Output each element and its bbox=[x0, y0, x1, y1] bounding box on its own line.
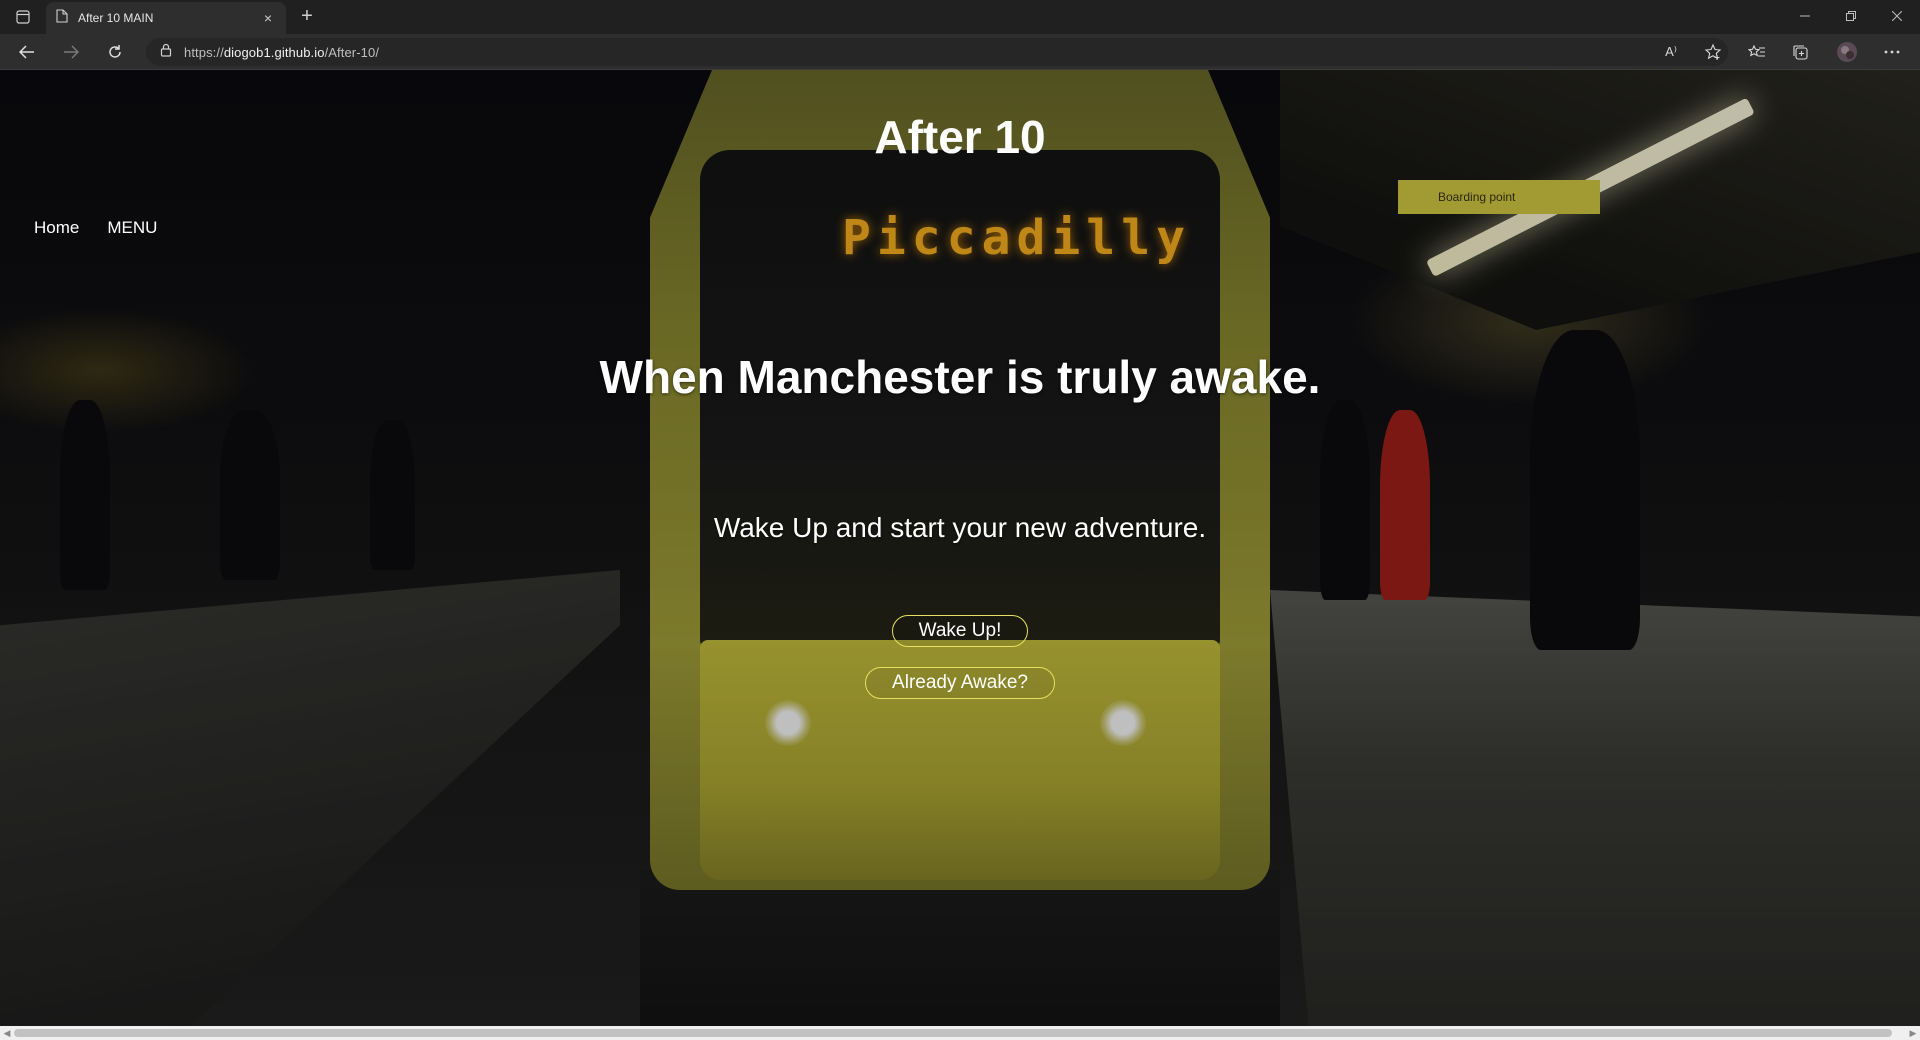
wake-up-button[interactable]: Wake Up! bbox=[891, 615, 1029, 647]
favorites-icon[interactable] bbox=[1744, 40, 1770, 64]
scrollbar-thumb[interactable] bbox=[14, 1029, 1892, 1037]
background-overlay bbox=[0, 70, 1920, 1026]
favorite-add-icon[interactable] bbox=[1700, 40, 1726, 64]
scroll-left-icon[interactable]: ◀ bbox=[0, 1026, 14, 1040]
wake-up-row: Wake Up! bbox=[0, 615, 1920, 647]
address-bar[interactable]: https://diogob1.github.io/After-10/ bbox=[146, 38, 1728, 66]
forward-icon[interactable] bbox=[58, 40, 84, 64]
hero-heading: When Manchester is truly awake. bbox=[599, 351, 1321, 403]
url-text: https://diogob1.github.io/After-10/ bbox=[184, 45, 379, 60]
read-aloud-icon[interactable]: A⁾ bbox=[1658, 40, 1684, 64]
horizontal-scrollbar[interactable]: ◀ ▶ bbox=[0, 1026, 1920, 1040]
tab-actions-icon[interactable] bbox=[8, 6, 38, 28]
url-scheme: https:// bbox=[184, 44, 224, 60]
new-tab-button[interactable]: + bbox=[296, 6, 318, 28]
refresh-icon[interactable] bbox=[102, 40, 128, 64]
scroll-right-icon[interactable]: ▶ bbox=[1906, 1026, 1920, 1040]
nav-menu-link[interactable]: MENU bbox=[107, 218, 157, 238]
more-options-icon[interactable] bbox=[1879, 40, 1905, 64]
browser-tab-bar: After 10 MAIN × + bbox=[0, 0, 1920, 34]
restore-icon[interactable] bbox=[1828, 0, 1874, 32]
back-icon[interactable] bbox=[14, 40, 40, 64]
tab-active[interactable]: After 10 MAIN × bbox=[46, 2, 286, 34]
tab-close-button[interactable]: × bbox=[260, 10, 276, 26]
main-nav: Home MENU bbox=[34, 218, 157, 238]
site-title: After 10 bbox=[874, 111, 1046, 163]
url-path: /After-10/ bbox=[324, 44, 380, 60]
browser-toolbar: https://diogob1.github.io/After-10/ A⁾ bbox=[0, 34, 1920, 70]
close-window-icon[interactable] bbox=[1874, 0, 1920, 32]
already-awake-button[interactable]: Already Awake? bbox=[865, 667, 1055, 699]
already-awake-row: Already Awake? bbox=[0, 667, 1920, 699]
page-viewport: Piccadilly Boarding point After 10 Home … bbox=[0, 70, 1920, 1026]
minimize-icon[interactable] bbox=[1782, 0, 1828, 32]
lock-icon[interactable] bbox=[160, 43, 172, 62]
page-icon bbox=[56, 8, 68, 28]
collections-icon[interactable] bbox=[1787, 40, 1813, 64]
url-host: diogob1.github.io bbox=[223, 44, 325, 60]
nav-home-link[interactable]: Home bbox=[34, 218, 79, 238]
profile-avatar[interactable] bbox=[1834, 40, 1860, 64]
hero-subheading: Wake Up and start your new adventure. bbox=[713, 512, 1207, 543]
tab-title: After 10 MAIN bbox=[78, 11, 154, 25]
